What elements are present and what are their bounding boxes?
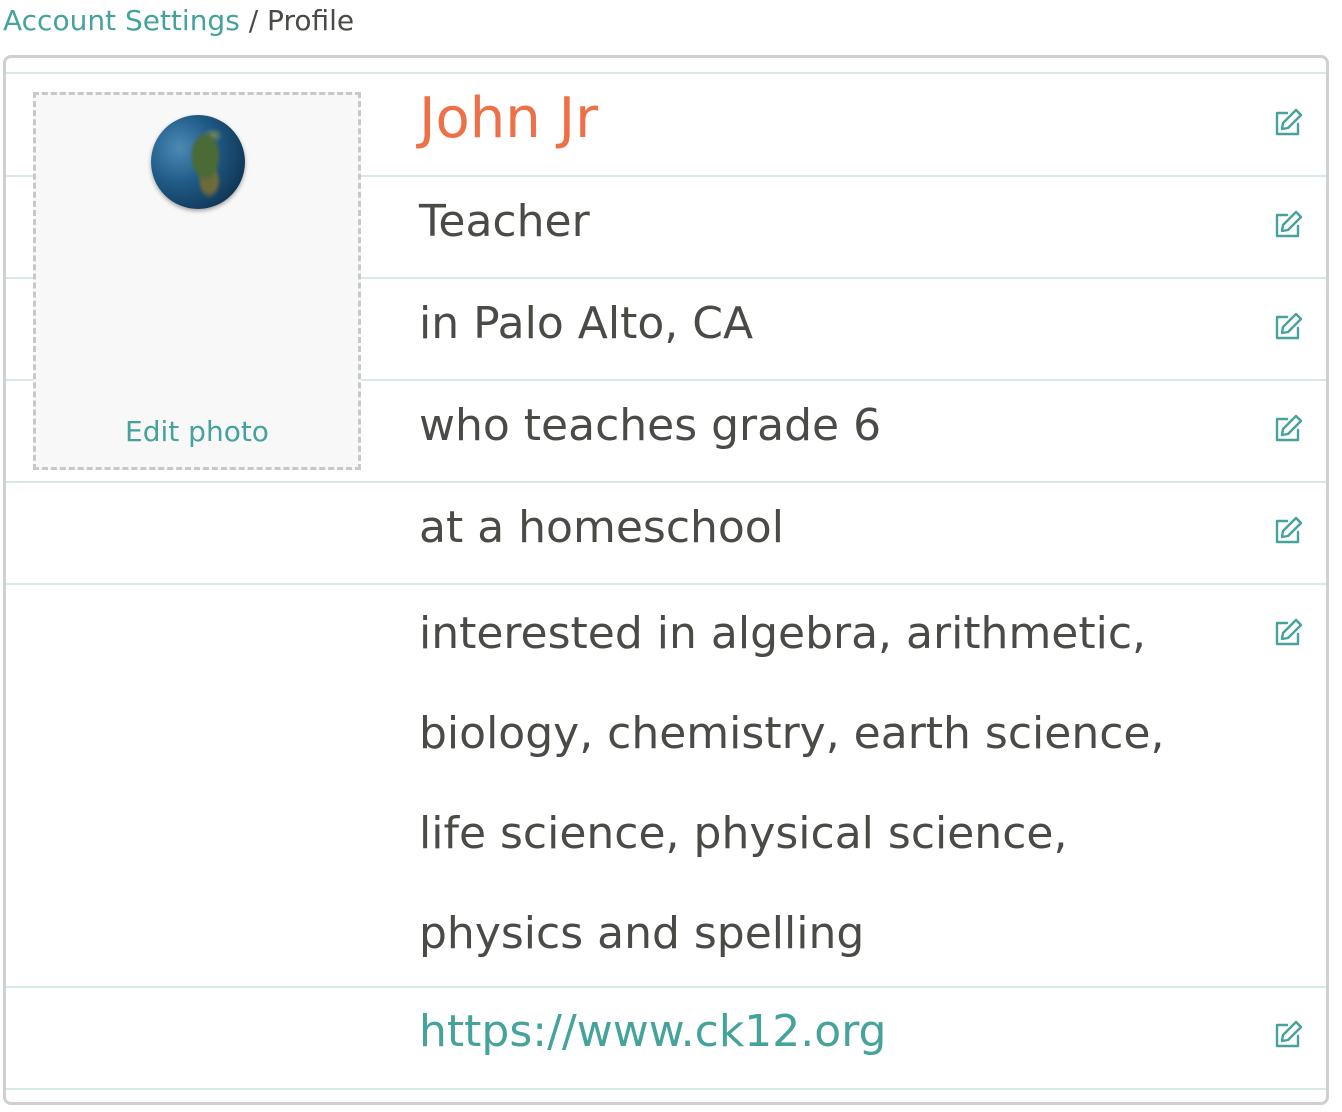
profile-school: at a homeschool: [419, 502, 784, 553]
edit-website-icon[interactable]: [1272, 1019, 1304, 1051]
edit-interests-icon[interactable]: [1272, 617, 1304, 649]
profile-grade: who teaches grade 6: [419, 400, 882, 451]
edit-photo-link[interactable]: Edit photo: [36, 415, 358, 448]
row-divider: [6, 1088, 1326, 1090]
edit-name-icon[interactable]: [1272, 107, 1304, 139]
breadcrumb: Account Settings / Profile: [3, 0, 354, 42]
breadcrumb-current-page: Profile: [267, 4, 355, 37]
breadcrumb-separator: /: [248, 4, 268, 37]
profile-name: John Jr: [419, 86, 599, 151]
profile-website-link[interactable]: https://www.ck12.org: [419, 1006, 886, 1057]
profile-role: Teacher: [419, 196, 590, 247]
profile-location: in Palo Alto, CA: [419, 298, 754, 349]
globe-icon: [151, 115, 245, 209]
edit-role-icon[interactable]: [1272, 209, 1304, 241]
row-divider: [6, 72, 1326, 74]
profile-card: Edit photo John Jr Teacher in Palo Alto,…: [3, 55, 1329, 1105]
edit-location-icon[interactable]: [1272, 311, 1304, 343]
row-divider: [6, 481, 1326, 483]
row-divider: [6, 986, 1326, 988]
breadcrumb-account-settings-link[interactable]: Account Settings: [3, 4, 240, 37]
edit-grade-icon[interactable]: [1272, 413, 1304, 445]
profile-photo-box[interactable]: Edit photo: [33, 92, 361, 470]
profile-interests: interested in algebra, arithmetic, biolo…: [419, 608, 1165, 959]
edit-school-icon[interactable]: [1272, 515, 1304, 547]
